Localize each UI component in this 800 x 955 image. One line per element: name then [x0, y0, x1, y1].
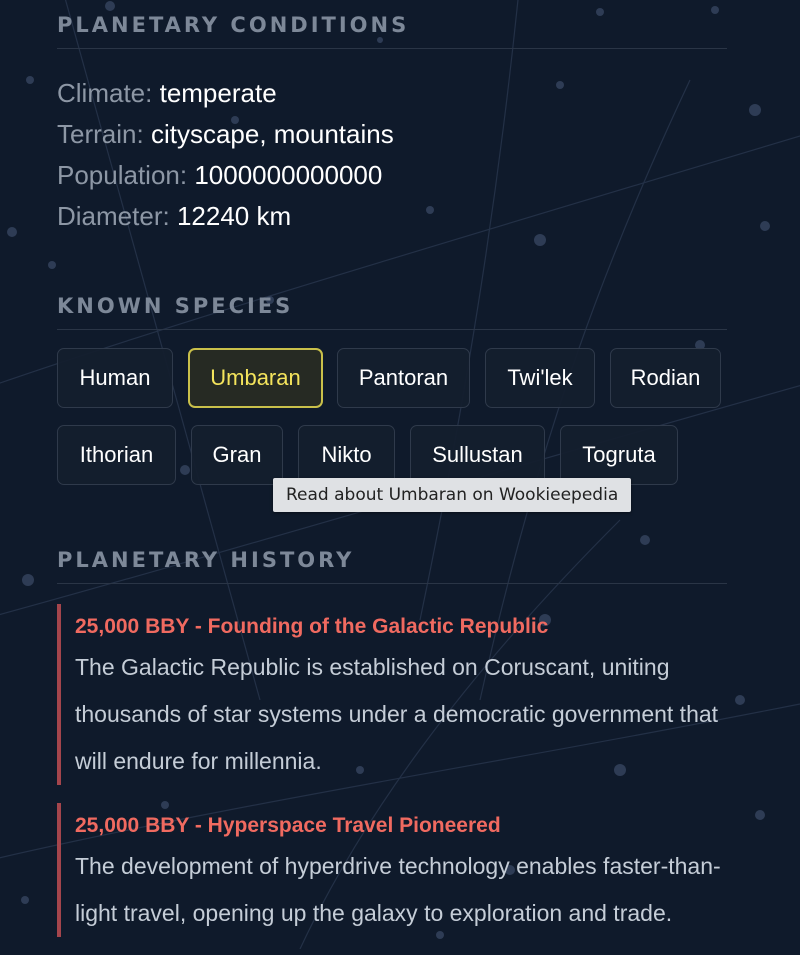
section-title-conditions: PLANETARY CONDITIONS	[57, 12, 727, 49]
condition-population: Population: 1000000000000	[57, 155, 727, 196]
history-timeline: 25,000 BBY - Founding of the Galactic Re…	[57, 604, 727, 937]
species-chip-ithorian[interactable]: Ithorian	[57, 425, 176, 485]
history-event-title: 25,000 BBY - Hyperspace Travel Pioneered	[75, 814, 501, 837]
species-chip-rodian[interactable]: Rodian	[610, 348, 721, 408]
section-title-history: PLANETARY HISTORY	[57, 547, 727, 584]
condition-value: temperate	[159, 78, 277, 108]
history-event: 25,000 BBY - Founding of the Galactic Re…	[57, 604, 727, 785]
condition-terrain: Terrain: cityscape, mountains	[57, 114, 727, 155]
species-chip-pantoran[interactable]: Pantoran	[337, 348, 470, 408]
condition-label: Population:	[57, 160, 188, 190]
condition-value: 1000000000000	[194, 160, 383, 190]
species-chip-nikto[interactable]: Nikto	[298, 425, 395, 485]
history-event: 25,000 BBY - Hyperspace Travel Pioneered…	[57, 803, 727, 937]
species-chip-togruta[interactable]: Togruta	[560, 425, 678, 485]
planetary-history-section: PLANETARY HISTORY 25,000 BBY - Founding …	[57, 547, 727, 955]
condition-label: Diameter:	[57, 201, 170, 231]
conditions-list: Climate: temperate Terrain: cityscape, m…	[57, 73, 727, 237]
species-chip-twilek[interactable]: Twi'lek	[485, 348, 595, 408]
species-chip-gran[interactable]: Gran	[191, 425, 283, 485]
condition-label: Terrain:	[57, 119, 144, 149]
history-event-text: The Galactic Republic is established on …	[75, 654, 719, 774]
species-chip-sullustan[interactable]: Sullustan	[410, 425, 545, 485]
known-species-section: KNOWN SPECIES Human Umbaran Pantoran Twi…	[57, 293, 727, 512]
species-tooltip: Read about Umbaran on Wookieepedia	[273, 478, 632, 512]
condition-diameter: Diameter: 12240 km	[57, 196, 727, 237]
section-title-species: KNOWN SPECIES	[57, 293, 727, 330]
condition-value: 12240 km	[176, 201, 292, 231]
species-chip-human[interactable]: Human	[57, 348, 173, 408]
history-event-text: The development of hyperdrive technology…	[75, 853, 721, 926]
planetary-conditions-section: PLANETARY CONDITIONS Climate: temperate …	[57, 12, 727, 237]
condition-climate: Climate: temperate	[57, 73, 727, 114]
condition-label: Climate:	[57, 78, 153, 108]
condition-value: cityscape, mountains	[150, 119, 394, 149]
species-grid: Human Umbaran Pantoran Twi'lek Rodian It…	[57, 348, 727, 512]
history-event-title: 25,000 BBY - Founding of the Galactic Re…	[75, 615, 549, 638]
species-chip-umbaran[interactable]: Umbaran	[188, 348, 323, 408]
